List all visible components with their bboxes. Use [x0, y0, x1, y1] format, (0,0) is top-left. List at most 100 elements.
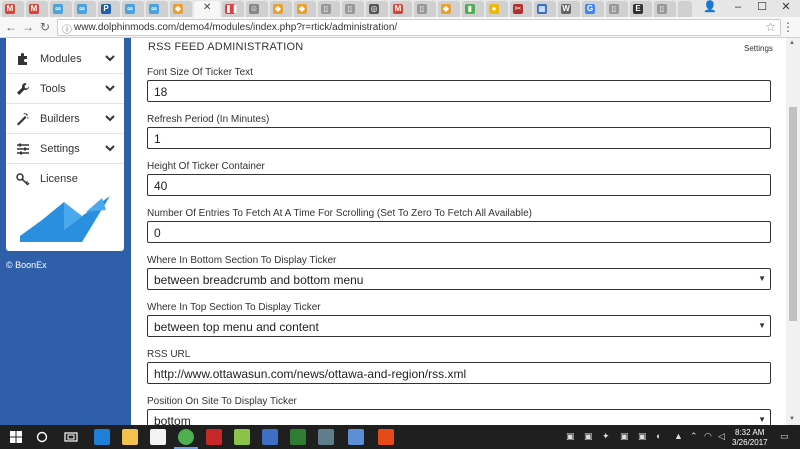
chevron-down-icon[interactable]	[104, 82, 116, 94]
chrome-icon[interactable]	[178, 429, 194, 445]
close-window-button[interactable]: ✕	[776, 0, 796, 17]
maximize-button[interactable]: ☐	[752, 0, 772, 17]
top-section-select[interactable]: between top menu and content ▼	[147, 315, 771, 337]
font-size-label: Font Size Of Ticker Text	[147, 67, 253, 78]
caret-down-icon: ▼	[758, 415, 766, 424]
minimize-button[interactable]: –	[728, 0, 748, 17]
browser-tab[interactable]: ▯	[606, 1, 628, 17]
browser-tab[interactable]: W	[558, 1, 580, 17]
browser-tab[interactable]: ▮	[462, 1, 484, 17]
profile-icon[interactable]: 👤	[700, 0, 720, 17]
tray-icon[interactable]: ◐	[656, 431, 661, 441]
wifi-icon[interactable]: ◠	[704, 431, 712, 442]
app-icon[interactable]	[262, 429, 278, 445]
page-scrollbar[interactable]: ▲ ▼	[786, 38, 800, 425]
windows-start-icon[interactable]	[10, 431, 22, 443]
browser-tab[interactable]: E	[630, 1, 652, 17]
chevron-down-icon[interactable]	[104, 142, 116, 154]
tray-icon[interactable]: ▣	[620, 431, 629, 442]
browser-tab[interactable]: ▯	[342, 1, 364, 17]
browser-tab[interactable]: G	[582, 1, 604, 17]
browser-tab[interactable]: ▯	[414, 1, 436, 17]
chevron-down-icon[interactable]	[104, 112, 116, 124]
scroll-down-icon[interactable]: ▼	[789, 416, 795, 422]
browser-tab[interactable]: ◎	[366, 1, 388, 17]
sidebar-item-builders[interactable]: Builders	[6, 104, 124, 134]
browser-tab[interactable]: ∞	[122, 1, 144, 17]
forward-arrow-icon[interactable]: →	[21, 20, 35, 34]
browser-tab[interactable]: M	[2, 1, 24, 17]
refresh-period-input[interactable]: 1	[147, 127, 771, 149]
tray-icon[interactable]: ▲	[674, 431, 683, 441]
site-icon: ◆	[441, 4, 451, 14]
infinity-icon: ∞	[53, 4, 63, 14]
browser-tab[interactable]: ▯	[654, 1, 676, 17]
scroll-up-icon[interactable]: ▲	[789, 40, 795, 46]
browser-tab[interactable]: ▯	[318, 1, 340, 17]
select-value: between breadcrumb and bottom menu	[154, 273, 364, 287]
sidebar-item-label: License	[40, 173, 78, 185]
bookmark-star-icon[interactable]: ☆	[765, 20, 776, 34]
edge-icon[interactable]	[94, 429, 110, 445]
ticker-height-input[interactable]: 40	[147, 174, 771, 196]
chevron-down-icon[interactable]	[104, 52, 116, 64]
browser-tab[interactable]: ❚❚	[222, 1, 244, 17]
app-icon[interactable]	[290, 429, 306, 445]
settings-link[interactable]: Settings	[744, 44, 773, 53]
browser-tab[interactable]: ◆	[294, 1, 316, 17]
browser-tab[interactable]: ●	[486, 1, 508, 17]
new-tab-button[interactable]	[678, 1, 692, 17]
tray-icon[interactable]: ▣	[584, 431, 593, 442]
app-icon[interactable]	[234, 429, 250, 445]
entries-to-fetch-input[interactable]: 0	[147, 221, 771, 243]
browser-menu-icon[interactable]: ⋮	[782, 20, 794, 34]
scroll-thumb[interactable]	[789, 107, 797, 321]
browser-tab[interactable]: M	[26, 1, 48, 17]
store-icon[interactable]	[150, 429, 166, 445]
tray-icon[interactable]: ✦	[602, 431, 610, 442]
rss-url-input[interactable]: http://www.ottawasun.com/news/ottawa-and…	[147, 362, 771, 384]
site-icon: ◆	[173, 4, 183, 14]
sidebar-item-license[interactable]: License	[6, 164, 124, 194]
clock-time[interactable]: 8:32 AM	[735, 428, 764, 437]
url-input[interactable]: ⓘ www.dolphinmods.com/demo4/modules/inde…	[57, 19, 781, 36]
back-arrow-icon[interactable]: ←	[4, 20, 18, 34]
notifications-icon[interactable]: ▭	[780, 431, 789, 442]
browser-tab-active[interactable]: ✕	[194, 1, 220, 17]
clock-date[interactable]: 3/26/2017	[732, 438, 768, 447]
volume-icon[interactable]: ◁	[718, 431, 725, 442]
task-view-icon[interactable]	[64, 431, 78, 443]
browser-tab[interactable]: ☺	[246, 1, 268, 17]
browser-tab[interactable]: ∞	[146, 1, 168, 17]
info-icon[interactable]: ⓘ	[62, 21, 72, 36]
sidebar-item-settings[interactable]: Settings	[6, 134, 124, 164]
sidebar-item-modules[interactable]: Modules	[6, 44, 124, 74]
app-icon[interactable]	[318, 429, 334, 445]
browser-tab[interactable]: ▦	[534, 1, 556, 17]
search-circle-icon[interactable]	[36, 431, 48, 443]
filezilla-icon[interactable]	[206, 429, 222, 445]
show-hidden-icons-icon[interactable]: ⌃	[690, 431, 698, 442]
refresh-period-label: Refresh Period (In Minutes)	[147, 114, 270, 125]
browser-tab[interactable]: ◆	[270, 1, 292, 17]
browser-tab[interactable]: P	[98, 1, 120, 17]
sidebar-item-label: Builders	[40, 113, 80, 125]
font-size-input[interactable]: 18	[147, 80, 771, 102]
file-explorer-icon[interactable]	[122, 429, 138, 445]
reload-icon[interactable]: ↻	[38, 20, 52, 34]
browser-tab[interactable]: ✂	[510, 1, 532, 17]
browser-tab[interactable]: ◆	[170, 1, 192, 17]
position-select[interactable]: bottom ▼	[147, 409, 771, 425]
puzzle-icon	[18, 53, 27, 65]
browser-tab[interactable]: ∞	[50, 1, 72, 17]
tray-icon[interactable]: ▣	[638, 431, 647, 442]
app-icon[interactable]	[348, 429, 364, 445]
browser-tab[interactable]: ∞	[74, 1, 96, 17]
close-tab-icon[interactable]: ✕	[203, 2, 211, 13]
bottom-section-select[interactable]: between breadcrumb and bottom menu ▼	[147, 268, 771, 290]
tray-icon[interactable]: ▣	[566, 431, 575, 442]
sidebar-item-tools[interactable]: Tools	[6, 74, 124, 104]
app-icon[interactable]	[378, 429, 394, 445]
browser-tab[interactable]: ◆	[438, 1, 460, 17]
browser-tab[interactable]: M	[390, 1, 412, 17]
